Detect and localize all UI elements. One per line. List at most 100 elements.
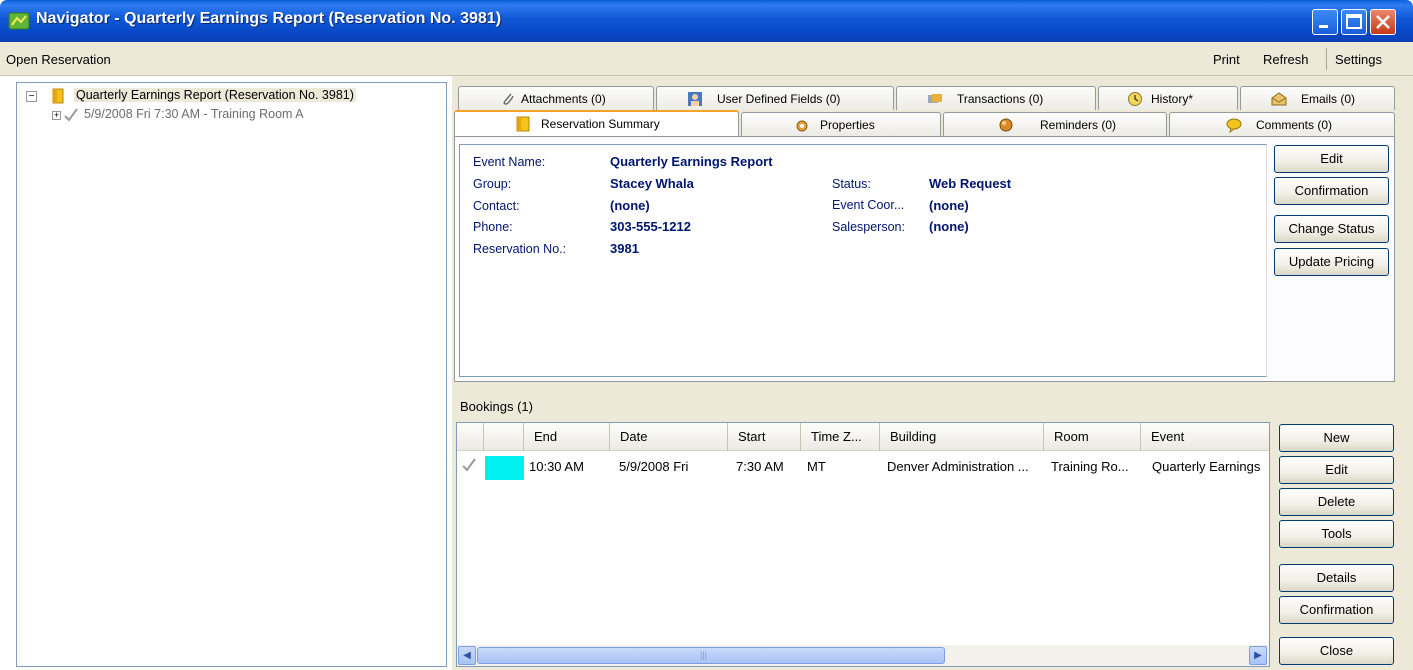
- scrollbar-grip-icon: |||: [700, 650, 708, 660]
- title-bar[interactable]: Navigator - Quarterly Earnings Report (R…: [0, 0, 1413, 42]
- tab-emails[interactable]: Emails (0): [1240, 86, 1395, 110]
- cell-end: 10:30 AM: [529, 459, 584, 474]
- tab-attachments[interactable]: Attachments (0): [458, 86, 654, 110]
- bookings-label: Bookings (1): [460, 399, 533, 414]
- event-coordinator-value: (none): [929, 198, 969, 213]
- column-date[interactable]: Date: [610, 423, 728, 451]
- tab-reminders[interactable]: Reminders (0): [943, 112, 1167, 136]
- tab-user-defined-fields[interactable]: User Defined Fields (0): [656, 86, 894, 110]
- details-button[interactable]: Details: [1279, 564, 1394, 592]
- tree-root-label: Quarterly Earnings Report (Reservation N…: [74, 88, 356, 102]
- column-start[interactable]: Start: [728, 423, 801, 451]
- transactions-icon: [928, 94, 942, 103]
- properties-gear-icon: [796, 120, 808, 132]
- horizontal-scrollbar[interactable]: ◀ ||| ▶: [457, 645, 1269, 666]
- column-room[interactable]: Room: [1044, 423, 1141, 451]
- menu-settings[interactable]: Settings: [1335, 52, 1382, 67]
- menu-separator: [1326, 48, 1327, 70]
- tab-transactions[interactable]: Transactions (0): [896, 86, 1096, 110]
- paperclip-icon: [503, 93, 514, 105]
- new-booking-button[interactable]: New: [1279, 424, 1394, 452]
- tools-button[interactable]: Tools: [1279, 520, 1394, 548]
- event-name-label: Event Name:: [473, 155, 546, 169]
- salesperson-value: (none): [929, 219, 969, 234]
- app-icon: [8, 12, 30, 30]
- phone-label: Phone:: [473, 220, 513, 234]
- status-label: Status:: [832, 177, 871, 191]
- tab-emails-label: Emails (0): [1301, 92, 1356, 106]
- tab-reservation-summary[interactable]: Reservation Summary: [454, 110, 739, 136]
- column-check[interactable]: [457, 423, 484, 451]
- reservation-confirmation-button[interactable]: Confirmation: [1274, 177, 1389, 205]
- event-coordinator-label: Event Coor...: [832, 198, 905, 212]
- cell-time-zone: MT: [807, 459, 826, 474]
- reservation-no-label: Reservation No.:: [473, 242, 567, 256]
- scrollbar-thumb[interactable]: |||: [477, 647, 945, 664]
- maximize-button[interactable]: [1341, 9, 1367, 35]
- history-icon: [1128, 92, 1142, 106]
- folder-icon: [52, 88, 64, 104]
- comment-icon: [1226, 118, 1242, 133]
- contact-label: Contact:: [473, 199, 520, 213]
- cell-event: Quarterly Earnings: [1152, 459, 1261, 474]
- column-building[interactable]: Building: [880, 423, 1044, 451]
- tree-root-item[interactable]: Quarterly Earnings Report (Reservation N…: [74, 88, 356, 102]
- checkmark-icon: [462, 458, 476, 472]
- menu-open-reservation[interactable]: Open Reservation: [6, 52, 111, 67]
- tree-expand-toggle[interactable]: +: [52, 111, 61, 120]
- cell-date: 5/9/2008 Fri: [619, 459, 689, 474]
- group-value: Stacey Whala: [610, 176, 694, 191]
- tab-transactions-label: Transactions (0): [957, 92, 1044, 106]
- tab-properties-label: Properties: [820, 118, 875, 132]
- column-end[interactable]: End: [524, 423, 610, 451]
- update-pricing-button[interactable]: Update Pricing: [1274, 248, 1389, 276]
- tab-attachments-label: Attachments (0): [521, 92, 606, 106]
- scroll-right-arrow-icon[interactable]: ▶: [1249, 646, 1267, 665]
- checkmark-icon: [64, 108, 78, 122]
- tab-comments-label: Comments (0): [1256, 118, 1333, 132]
- column-time-zone[interactable]: Time Z...: [801, 423, 880, 451]
- tree-collapse-toggle[interactable]: −: [26, 91, 37, 102]
- phone-value: 303-555-1212: [610, 219, 691, 234]
- change-status-button[interactable]: Change Status: [1274, 215, 1389, 243]
- tab-history-label: History*: [1151, 92, 1194, 106]
- email-icon: [1271, 92, 1287, 106]
- delete-booking-button[interactable]: Delete: [1279, 488, 1394, 516]
- reservation-tree[interactable]: − Quarterly Earnings Report (Reservation…: [16, 82, 447, 667]
- close-icon: [1376, 15, 1390, 29]
- scroll-left-arrow-icon[interactable]: ◀: [458, 646, 476, 665]
- minimize-button[interactable]: [1312, 9, 1338, 35]
- tab-properties[interactable]: Properties: [741, 112, 941, 136]
- minimize-icon: [1319, 25, 1328, 28]
- contact-value: (none): [610, 198, 650, 213]
- menu-refresh[interactable]: Refresh: [1263, 52, 1309, 67]
- maximize-icon: [1346, 14, 1362, 29]
- tab-reminders-label: Reminders (0): [1040, 118, 1117, 132]
- tree-booking-item[interactable]: 5/9/2008 Fri 7:30 AM - Training Room A: [84, 107, 304, 121]
- column-color[interactable]: [484, 423, 524, 451]
- reservation-no-value: 3981: [610, 241, 639, 256]
- cell-building: Denver Administration ...: [887, 459, 1029, 474]
- event-name-value: Quarterly Earnings Report: [610, 154, 773, 169]
- column-event[interactable]: Event: [1141, 423, 1269, 451]
- tab-reservation-summary-label: Reservation Summary: [541, 117, 660, 131]
- booking-color-swatch: [485, 456, 524, 480]
- booking-confirmation-button[interactable]: Confirmation: [1279, 596, 1394, 624]
- bookings-grid[interactable]: End Date Start Time Z... Building Room E…: [456, 422, 1270, 667]
- salesperson-label: Salesperson:: [832, 220, 905, 234]
- tab-history[interactable]: History*: [1098, 86, 1238, 110]
- menu-print[interactable]: Print: [1213, 52, 1240, 67]
- edit-reservation-button[interactable]: Edit: [1274, 145, 1389, 173]
- menu-bar: Open Reservation Print Refresh Settings: [0, 42, 1413, 76]
- cell-start: 7:30 AM: [736, 459, 784, 474]
- reminder-icon: [999, 118, 1013, 132]
- close-window-button[interactable]: [1370, 9, 1396, 35]
- edit-booking-button[interactable]: Edit: [1279, 456, 1394, 484]
- tab-user-defined-fields-label: User Defined Fields (0): [717, 92, 841, 106]
- close-button[interactable]: Close: [1279, 637, 1394, 665]
- folder-icon: [516, 116, 530, 132]
- group-label: Group:: [473, 177, 512, 191]
- cell-room: Training Ro...: [1051, 459, 1129, 474]
- tab-comments[interactable]: Comments (0): [1169, 112, 1395, 136]
- bookings-grid-header: End Date Start Time Z... Building Room E…: [457, 423, 1269, 451]
